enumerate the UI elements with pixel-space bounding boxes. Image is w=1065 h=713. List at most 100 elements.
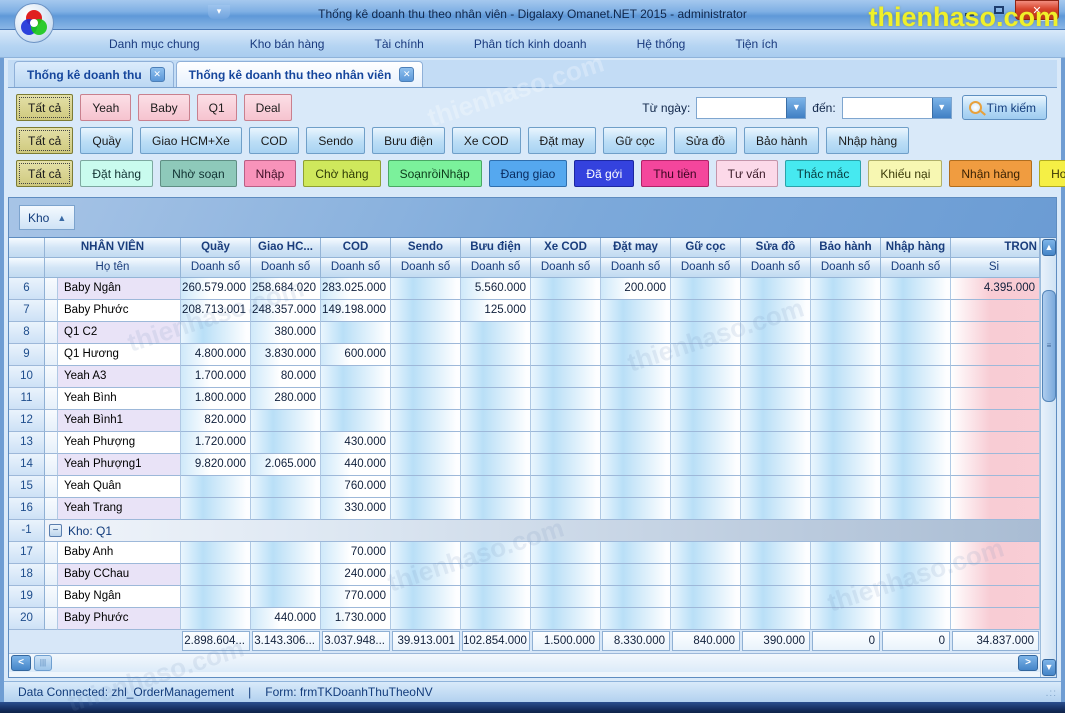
menu-item-danh-muc-chung[interactable]: Danh mục chung [95,33,214,55]
value-cell[interactable] [671,300,741,322]
table-row[interactable]: 20Baby Phước440.0001.730.000 [9,608,1040,630]
value-cell[interactable] [531,322,601,344]
value-cell[interactable] [951,586,1040,608]
value-cell[interactable] [181,498,251,520]
value-cell[interactable] [811,300,881,322]
employee-name-cell[interactable]: Baby CChau [58,564,181,586]
value-cell[interactable]: 260.579.000 [181,278,251,300]
value-cell[interactable] [321,322,391,344]
value-cell[interactable] [741,476,811,498]
value-cell[interactable] [741,366,811,388]
value-cell[interactable] [951,432,1040,454]
value-cell[interactable] [951,322,1040,344]
value-cell[interactable]: 240.000 [321,564,391,586]
scroll-down-icon[interactable]: ▼ [1042,659,1056,676]
value-cell[interactable]: 600.000 [321,344,391,366]
value-cell[interactable] [811,476,881,498]
value-cell[interactable] [881,388,951,410]
column-subheader-buu-ien[interactable]: Doanh số [461,258,531,278]
value-cell[interactable] [391,410,461,432]
value-cell[interactable] [601,344,671,366]
value-cell[interactable]: 760.000 [321,476,391,498]
row-number[interactable]: 20 [9,608,45,630]
table-row[interactable]: 6Baby Ngân260.579.000258.684.020283.025.… [9,278,1040,300]
filter-button-nho-soan[interactable]: Nhờ soạn [160,160,237,187]
column-subheader-giao-hc[interactable]: Doanh số [251,258,321,278]
value-cell[interactable] [881,366,951,388]
column-subheader-quay[interactable]: Doanh số [181,258,251,278]
value-cell[interactable] [391,608,461,630]
value-cell[interactable] [811,322,881,344]
value-cell[interactable] [391,300,461,322]
value-cell[interactable] [601,388,671,410]
value-cell[interactable]: 770.000 [321,586,391,608]
value-cell[interactable] [531,454,601,476]
value-cell[interactable] [811,366,881,388]
filter-button-tat-ca[interactable]: Tất cả [16,94,73,121]
value-cell[interactable]: 283.025.000 [321,278,391,300]
filter-button-bao-hanh[interactable]: Bảo hành [744,127,819,154]
value-cell[interactable] [811,388,881,410]
filter-button-ang-giao[interactable]: Đang giao [489,160,568,187]
value-cell[interactable] [531,586,601,608]
value-cell[interactable] [671,366,741,388]
menu-item-kho-ban-hang[interactable]: Kho bán hàng [236,33,339,55]
column-header-sendo[interactable]: Sendo [391,238,461,258]
value-cell[interactable] [181,542,251,564]
value-cell[interactable] [531,564,601,586]
value-cell[interactable] [601,586,671,608]
filter-button-cod[interactable]: COD [249,127,300,154]
row-number[interactable]: 17 [9,542,45,564]
filter-button-tu-van[interactable]: Tư vấn [716,160,778,187]
menu-item-tien-ich[interactable]: Tiện ích [721,33,791,55]
column-subheader-xe-cod[interactable]: Doanh số [531,258,601,278]
table-row[interactable]: 16Yeah Trang330.000 [9,498,1040,520]
value-cell[interactable] [461,432,531,454]
value-cell[interactable] [391,278,461,300]
value-cell[interactable] [741,344,811,366]
filter-button-baby[interactable]: Baby [138,94,189,121]
value-cell[interactable] [811,608,881,630]
maximize-button[interactable] [985,0,1013,20]
value-cell[interactable] [391,322,461,344]
value-cell[interactable] [741,322,811,344]
column-subheader-nhap-hang[interactable]: Doanh số [881,258,951,278]
value-cell[interactable] [951,366,1040,388]
column-header-xe-cod[interactable]: Xe COD [531,238,601,258]
minimize-button[interactable] [955,0,983,20]
value-cell[interactable] [181,608,251,630]
filter-button-a-goi[interactable]: Đã gới [574,160,634,187]
value-cell[interactable] [671,278,741,300]
value-cell[interactable]: 9.820.000 [181,454,251,476]
employee-name-cell[interactable]: Baby Phước [58,300,181,322]
value-cell[interactable] [671,498,741,520]
value-cell[interactable] [391,366,461,388]
filter-button-at-hang[interactable]: Đặt hàng [80,160,153,187]
value-cell[interactable]: 440.000 [251,608,321,630]
value-cell[interactable] [811,432,881,454]
value-cell[interactable] [251,432,321,454]
value-cell[interactable] [951,388,1040,410]
value-cell[interactable]: 430.000 [321,432,391,454]
value-cell[interactable]: 330.000 [321,498,391,520]
table-row[interactable]: 17Baby Anh70.000 [9,542,1040,564]
menu-item-phan-tich-kinh-doanh[interactable]: Phân tích kinh doanh [460,33,601,55]
value-cell[interactable] [951,410,1040,432]
value-cell[interactable]: 5.560.000 [461,278,531,300]
value-cell[interactable] [741,498,811,520]
filter-button-nhan-hang[interactable]: Nhận hàng [949,160,1032,187]
tab-thong-ke-doanh-thu[interactable]: Thống kê doanh thu✕ [14,61,174,87]
value-cell[interactable] [601,432,671,454]
value-cell[interactable] [741,388,811,410]
value-cell[interactable]: 2.065.000 [251,454,321,476]
filter-button-tat-ca[interactable]: Tất cả [16,127,73,154]
value-cell[interactable] [251,410,321,432]
row-number[interactable]: 19 [9,586,45,608]
employee-name-cell[interactable]: Q1 C2 [58,322,181,344]
value-cell[interactable] [881,542,951,564]
value-cell[interactable] [951,344,1040,366]
value-cell[interactable] [461,388,531,410]
table-row[interactable]: 15Yeah Quân760.000 [9,476,1040,498]
filter-button-thu-tien[interactable]: Thu tiền [641,160,708,187]
column-subheader-sendo[interactable]: Doanh số [391,258,461,278]
